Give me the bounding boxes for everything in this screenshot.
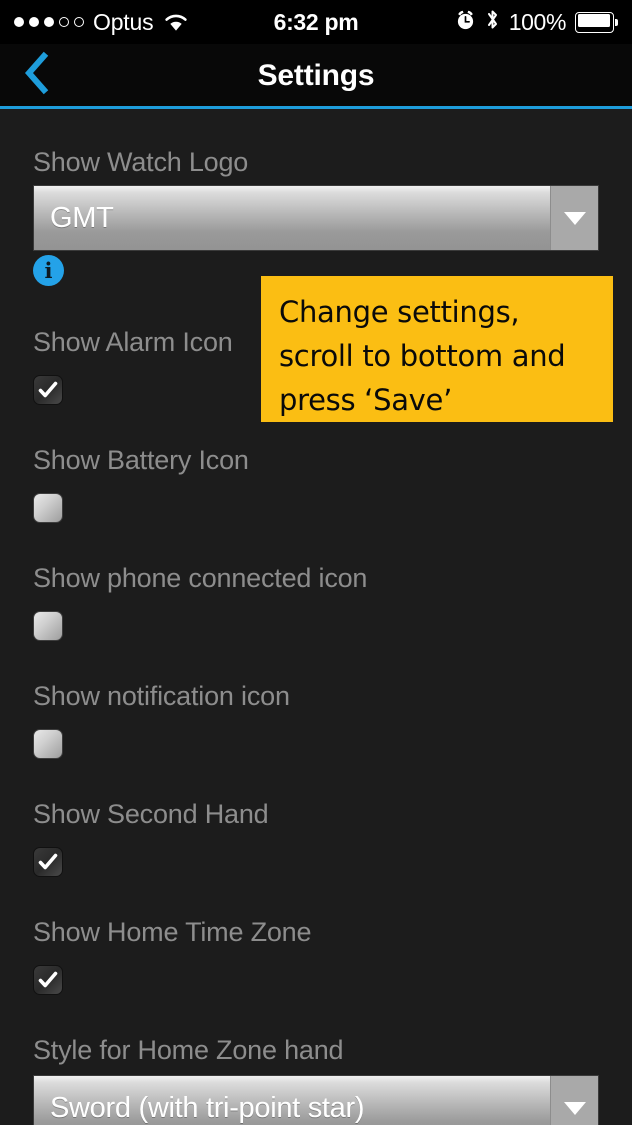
- home-zone-hand-style-select[interactable]: Sword (with tri-point star): [33, 1075, 599, 1125]
- chevron-down-icon[interactable]: [550, 186, 598, 250]
- status-bar-right: 100%: [455, 0, 618, 44]
- tooltip-text: Change settings, scroll to bottom and pr…: [279, 295, 566, 417]
- setting-label-show-phone-connected-icon: Show phone connected icon: [33, 563, 368, 593]
- app-screen: Optus 6:32 pm 100% Settings Show Watch L…: [0, 0, 632, 1125]
- setting-label-show-notification-icon: Show notification icon: [33, 681, 290, 711]
- nav-bar: Settings: [0, 44, 632, 107]
- setting-label-style-for-home-zone-hand: Style for Home Zone hand: [33, 1035, 344, 1065]
- info-icon-glyph: i: [44, 258, 53, 283]
- home-zone-hand-style-select-face: Sword (with tri-point star): [34, 1076, 550, 1125]
- alarm-clock-icon: [455, 9, 476, 36]
- watch-logo-select-value: GMT: [50, 201, 114, 234]
- checkbox-show-battery-icon[interactable]: [33, 493, 63, 523]
- watch-logo-select[interactable]: GMT: [33, 185, 599, 251]
- setting-label-show-second-hand: Show Second Hand: [33, 799, 269, 829]
- status-bar: Optus 6:32 pm 100%: [0, 0, 632, 44]
- bluetooth-icon: [485, 8, 500, 36]
- tooltip-callout: Change settings, scroll to bottom and pr…: [261, 276, 613, 422]
- page-title: Settings: [257, 58, 375, 92]
- checkbox-show-home-time-zone[interactable]: [33, 965, 63, 995]
- checkbox-show-phone-connected-icon[interactable]: [33, 611, 63, 641]
- battery-percent-label: 100%: [508, 8, 567, 35]
- settings-list: Show Watch Logo GMT i Show Alarm Icon Sh…: [0, 109, 632, 1125]
- home-zone-hand-style-select-value: Sword (with tri-point star): [50, 1091, 365, 1124]
- setting-label-show-alarm-icon: Show Alarm Icon: [33, 327, 233, 357]
- setting-label-show-watch-logo: Show Watch Logo: [33, 147, 249, 177]
- checkbox-show-notification-icon[interactable]: [33, 729, 63, 759]
- info-icon[interactable]: i: [33, 255, 64, 286]
- battery-full-icon: [575, 11, 618, 33]
- checkbox-show-second-hand[interactable]: [33, 847, 63, 877]
- watch-logo-select-face: GMT: [34, 186, 550, 250]
- checkbox-show-alarm-icon[interactable]: [33, 375, 63, 405]
- chevron-down-icon[interactable]: [550, 1076, 598, 1125]
- setting-label-show-home-time-zone: Show Home Time Zone: [33, 917, 312, 947]
- setting-label-show-battery-icon: Show Battery Icon: [33, 445, 249, 475]
